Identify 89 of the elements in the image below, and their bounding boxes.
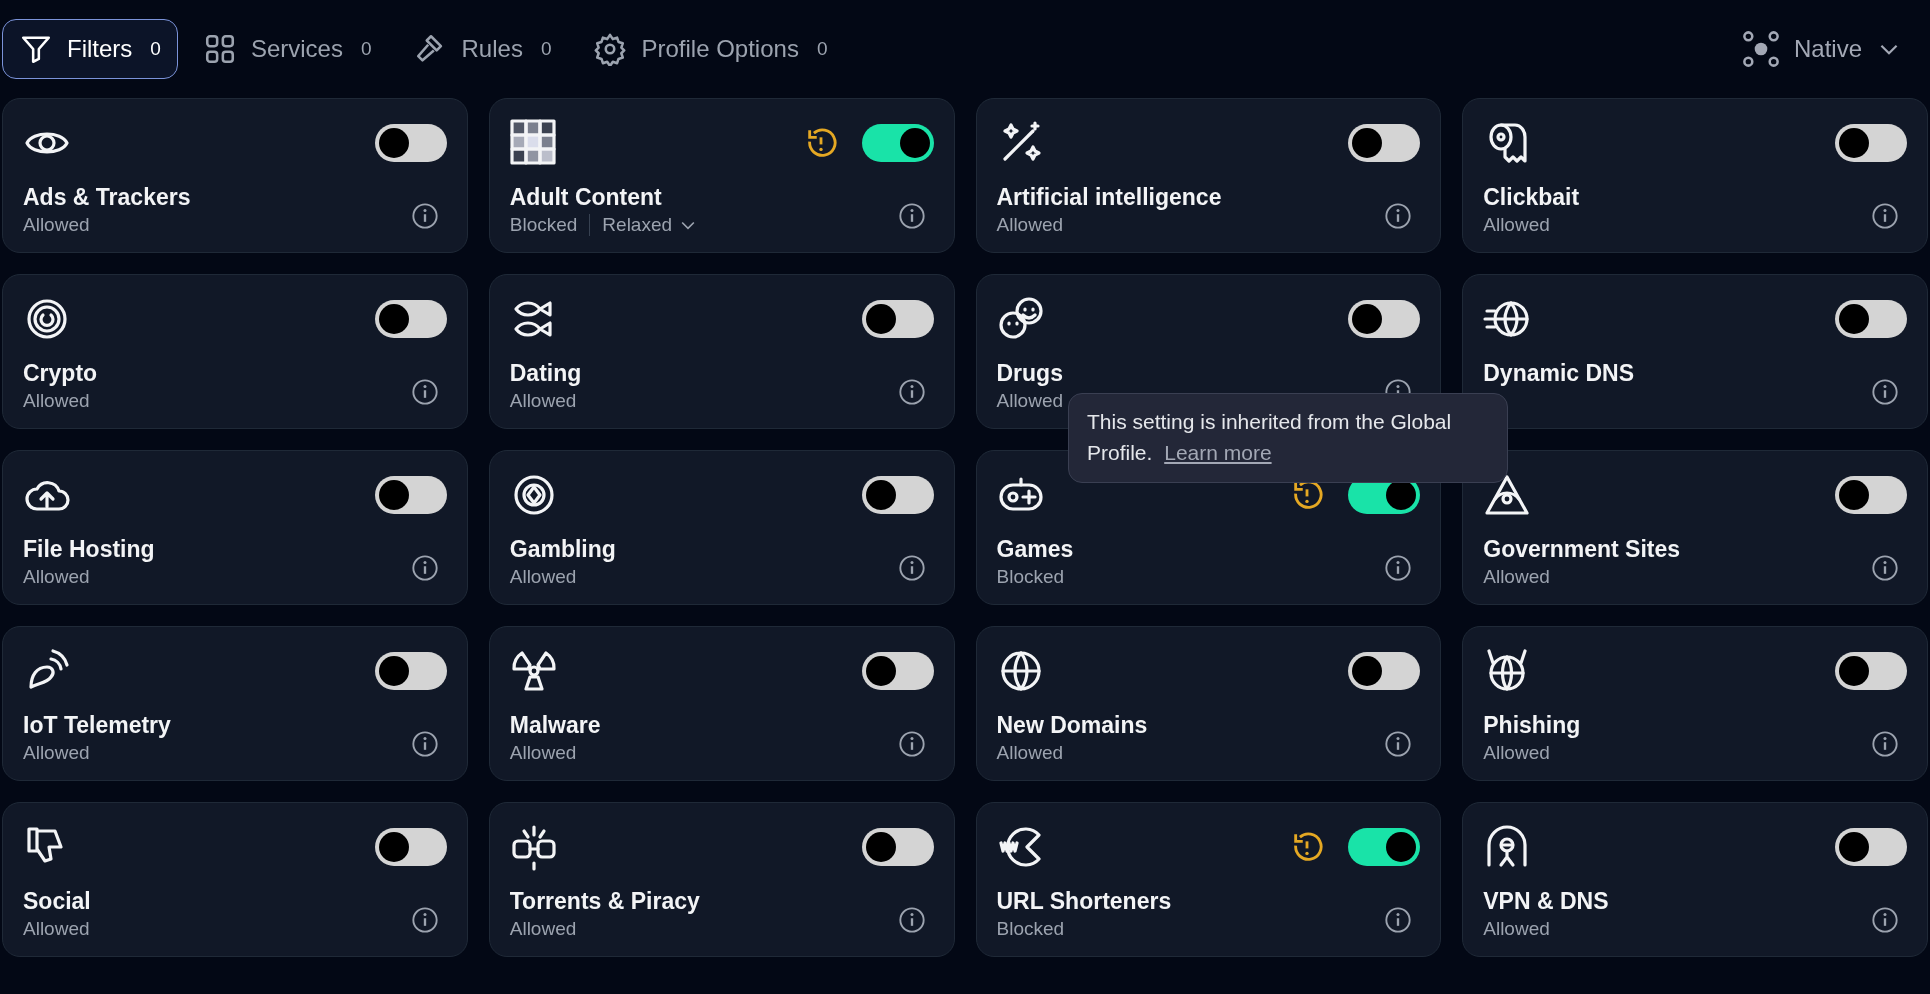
toggle-switch[interactable] [1348, 124, 1421, 162]
filter-status: Allowed [1483, 214, 1550, 236]
toggle-switch[interactable] [1835, 652, 1907, 690]
filter-status: Allowed [509, 918, 577, 940]
toggle-switch[interactable] [861, 124, 934, 162]
info-icon[interactable] [1871, 554, 1899, 582]
info-icon[interactable] [1384, 906, 1413, 934]
tab[interactable]: Filters 0 [2, 19, 178, 79]
info-icon[interactable] [1384, 730, 1413, 758]
level-dropdown[interactable]: Relaxed [602, 214, 699, 236]
filter-title: VPN & DNS [1483, 888, 1609, 915]
toggle-switch[interactable] [861, 300, 934, 338]
toggle-switch[interactable] [1348, 300, 1421, 338]
filter-status: Allowed [996, 214, 1064, 236]
filter-status: Allowed [996, 390, 1064, 412]
info-icon[interactable] [1871, 906, 1899, 934]
filter-status: Blocked [996, 566, 1065, 588]
pixel-grid-icon [509, 119, 558, 167]
tab[interactable]: Services 0 [185, 19, 389, 79]
toggle-switch[interactable] [374, 300, 447, 338]
info-icon[interactable] [410, 202, 439, 230]
filter-title: Adult Content [509, 184, 663, 211]
info-icon[interactable] [897, 554, 926, 582]
nodes-icon [1741, 30, 1780, 68]
filter-title: Dynamic DNS [1483, 360, 1635, 387]
info-icon[interactable] [897, 202, 926, 230]
learn-more-link[interactable]: Learn more [1164, 441, 1272, 464]
tab[interactable]: Profile Options 0 [576, 19, 845, 79]
filter-title: Drugs [996, 360, 1064, 387]
info-icon[interactable] [897, 906, 926, 934]
info-icon[interactable] [410, 554, 439, 582]
toggle-switch[interactable] [1348, 828, 1421, 866]
toggle-switch[interactable] [374, 828, 447, 866]
broken-link-icon [509, 823, 558, 871]
tooltip-text: This setting is inherited from the Global Profile. Learn more [1087, 409, 1453, 466]
filter-title: New Domains [996, 712, 1148, 739]
filter-status: Allowed [1483, 742, 1550, 764]
info-icon[interactable] [1871, 730, 1899, 758]
filter-status: Allowed [23, 390, 90, 412]
filter-title: Games [996, 536, 1074, 563]
filter-status: Allowed [1483, 918, 1550, 940]
filter-title: Government Sites [1483, 536, 1681, 563]
filter-title: Dating [509, 360, 582, 387]
mode-dropdown[interactable]: Native [1731, 30, 1928, 68]
info-icon[interactable] [1384, 554, 1413, 582]
filter-title: Malware [509, 712, 601, 739]
filter-title: Phishing [1483, 712, 1581, 739]
toggle-switch[interactable] [1835, 124, 1907, 162]
filter-status: Allowed [23, 566, 90, 588]
settings-icon [593, 32, 628, 66]
toggle-switch[interactable] [1835, 476, 1907, 514]
toggle-switch[interactable] [1835, 828, 1907, 866]
filter-title: Social [23, 888, 91, 915]
tab[interactable]: Rules 0 [396, 19, 569, 79]
toggle-switch[interactable] [374, 124, 447, 162]
info-icon[interactable] [897, 378, 926, 406]
filter-status: Allowed [509, 742, 577, 764]
filter-status: Blocked [509, 214, 578, 236]
filter-title: Torrents & Piracy [509, 888, 700, 915]
toggle-switch[interactable] [861, 828, 934, 866]
filter-title: IoT Telemetry [23, 712, 171, 739]
toggle-switch[interactable] [1348, 652, 1421, 690]
filter-status: Allowed [23, 214, 90, 236]
filter-status: Allowed [509, 566, 577, 588]
info-icon[interactable] [1384, 202, 1413, 230]
toggle-switch[interactable] [374, 652, 447, 690]
filter-status: Allowed [1483, 566, 1550, 588]
toggle-switch[interactable] [1835, 300, 1907, 338]
info-icon[interactable] [1871, 202, 1899, 230]
filter-status: Allowed [996, 742, 1064, 764]
filter-status: Allowed [23, 742, 90, 764]
filter-title: URL Shorteners [996, 888, 1172, 915]
toggle-switch[interactable] [861, 476, 934, 514]
filter-title: Crypto [23, 360, 98, 387]
info-icon[interactable] [410, 730, 439, 758]
toggle-switch[interactable] [374, 476, 447, 514]
toggle-switch[interactable] [861, 652, 934, 690]
info-icon[interactable] [897, 730, 926, 758]
info-icon[interactable] [410, 378, 439, 406]
filter-status: Blocked [996, 918, 1065, 940]
filter-title: Clickbait [1483, 184, 1580, 211]
info-icon[interactable] [1871, 378, 1899, 406]
filter-title: Ads & Trackers [23, 184, 191, 211]
info-icon[interactable] [410, 906, 439, 934]
filter-title: File Hosting [23, 536, 155, 563]
filter-title: Gambling [509, 536, 616, 563]
filter-status: Allowed [23, 918, 90, 940]
filter-status: Allowed [509, 390, 577, 412]
filter-title: Artificial intelligence [996, 184, 1222, 211]
